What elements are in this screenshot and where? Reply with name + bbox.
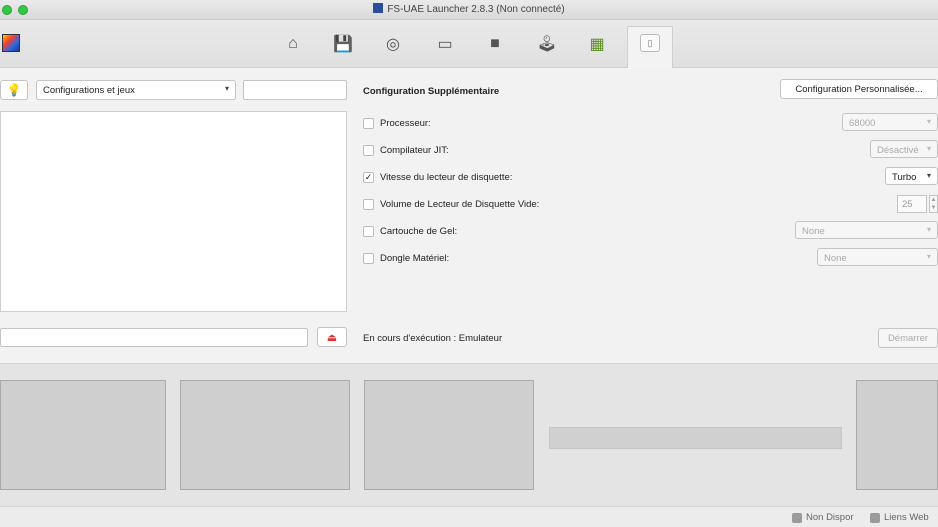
option-processor[interactable]: Processeur: bbox=[363, 116, 431, 130]
window-title-text: FS-UAE Launcher 2.8.3 (Non connecté) bbox=[387, 4, 565, 15]
chevron-down-icon: ▾ bbox=[926, 144, 931, 153]
run-status-text: En cours d'exécution : Emulateur bbox=[363, 333, 503, 344]
option-jit[interactable]: Compilateur JIT: bbox=[363, 143, 449, 157]
config-filter-value: Configurations et jeux bbox=[43, 85, 135, 96]
processor-label: Processeur: bbox=[380, 117, 431, 129]
toolbar: ⌂ 💾 ◎ ▭ ■ 🕹 ▦ ▯ bbox=[0, 20, 938, 69]
status-bar: Non Dispor Liens Web bbox=[0, 506, 938, 527]
web-links-item[interactable]: Liens Web bbox=[870, 512, 929, 523]
lightbulb-icon: 💡 bbox=[6, 83, 22, 97]
progress-bar bbox=[549, 427, 842, 449]
search-input[interactable] bbox=[243, 80, 347, 100]
dongle-select[interactable]: None ▾ bbox=[817, 248, 938, 266]
web-link-icon bbox=[870, 512, 880, 523]
floppy-speed-label: Vitesse du lecteur de disquette: bbox=[380, 171, 513, 183]
freeze-cartridge-label: Cartouche de Gel: bbox=[380, 225, 458, 237]
media-slot[interactable] bbox=[0, 380, 166, 490]
fs-uae-logo-icon[interactable] bbox=[2, 34, 20, 52]
not-available-item[interactable]: Non Dispor bbox=[792, 512, 854, 523]
floppy-speed-select[interactable]: Turbo ▾ bbox=[885, 167, 938, 185]
home-icon[interactable]: ⌂ bbox=[280, 32, 306, 56]
floppy-speed-checkbox[interactable]: ✓ bbox=[363, 171, 374, 183]
window-title: FS-UAE Launcher 2.8.3 (Non connecté) bbox=[0, 3, 938, 15]
floppy-disk-icon[interactable]: 💾 bbox=[330, 32, 356, 56]
option-dongle[interactable]: Dongle Matériel: bbox=[363, 251, 449, 265]
media-slot[interactable] bbox=[180, 380, 350, 490]
option-freeze-cartridge[interactable]: Cartouche de Gel: bbox=[363, 224, 457, 238]
eject-icon: ⏏ bbox=[326, 331, 338, 344]
path-input[interactable] bbox=[0, 328, 308, 347]
tab-additional[interactable]: ▯ bbox=[627, 26, 673, 69]
start-button[interactable]: Démarrer bbox=[878, 328, 938, 348]
option-floppy-speed[interactable]: ✓ Vitesse du lecteur de disquette: bbox=[363, 170, 512, 184]
chevron-down-icon: ▾ bbox=[926, 117, 931, 126]
empty-floppy-volume-label: Volume de Lecteur de Disquette Vide: bbox=[380, 198, 540, 210]
stepper-arrows-icon[interactable]: ▲ ▼ bbox=[929, 195, 938, 213]
expansion-card-icon[interactable]: ▦ bbox=[584, 32, 610, 56]
chevron-down-icon: ▾ bbox=[224, 84, 229, 93]
custom-config-button[interactable]: Configuration Personnalisée... bbox=[780, 79, 938, 99]
user-icon bbox=[792, 512, 802, 523]
chevron-down-icon: ▾ bbox=[926, 171, 931, 180]
media-slot[interactable] bbox=[856, 380, 938, 490]
jit-select[interactable]: Désactivé ▾ bbox=[870, 140, 938, 158]
cdrom-icon[interactable]: ◎ bbox=[380, 32, 406, 56]
processor-select[interactable]: 68000 ▾ bbox=[842, 113, 938, 131]
config-list[interactable] bbox=[0, 111, 347, 312]
section-title: Configuration Supplémentaire bbox=[363, 86, 500, 97]
freeze-cartridge-select[interactable]: None ▾ bbox=[795, 221, 938, 239]
option-empty-floppy-volume[interactable]: Volume de Lecteur de Disquette Vide: bbox=[363, 197, 539, 211]
input-device-icon[interactable]: ■ bbox=[482, 32, 508, 56]
processor-checkbox[interactable] bbox=[363, 117, 374, 129]
title-bar: FS-UAE Launcher 2.8.3 (Non connecté) bbox=[0, 0, 938, 20]
joystick-icon[interactable]: 🕹 bbox=[534, 32, 560, 56]
new-config-button[interactable]: 💡 bbox=[0, 80, 28, 100]
empty-floppy-volume-checkbox[interactable] bbox=[363, 198, 374, 210]
config-filter-select[interactable]: Configurations et jeux ▾ bbox=[36, 80, 236, 100]
media-slot[interactable] bbox=[364, 380, 534, 490]
jit-checkbox[interactable] bbox=[363, 144, 374, 156]
media-panel bbox=[0, 363, 938, 506]
volume-stepper[interactable]: 25 ▲ ▼ bbox=[897, 195, 938, 213]
eject-button[interactable]: ⏏ bbox=[317, 327, 347, 347]
jit-label: Compilateur JIT: bbox=[380, 144, 449, 156]
dongle-checkbox[interactable] bbox=[363, 252, 374, 264]
usb-additional-icon: ▯ bbox=[640, 34, 660, 52]
dongle-label: Dongle Matériel: bbox=[380, 252, 450, 264]
chevron-down-icon: ▾ bbox=[926, 252, 931, 261]
app-icon bbox=[373, 3, 384, 13]
chevron-down-icon: ▾ bbox=[926, 225, 931, 234]
volume-value[interactable]: 25 bbox=[897, 195, 927, 213]
freeze-cartridge-checkbox[interactable] bbox=[363, 225, 374, 237]
main-panel: 💡 Configurations et jeux ▾ Configuration… bbox=[0, 68, 938, 363]
hard-drive-icon[interactable]: ▭ bbox=[432, 32, 458, 56]
